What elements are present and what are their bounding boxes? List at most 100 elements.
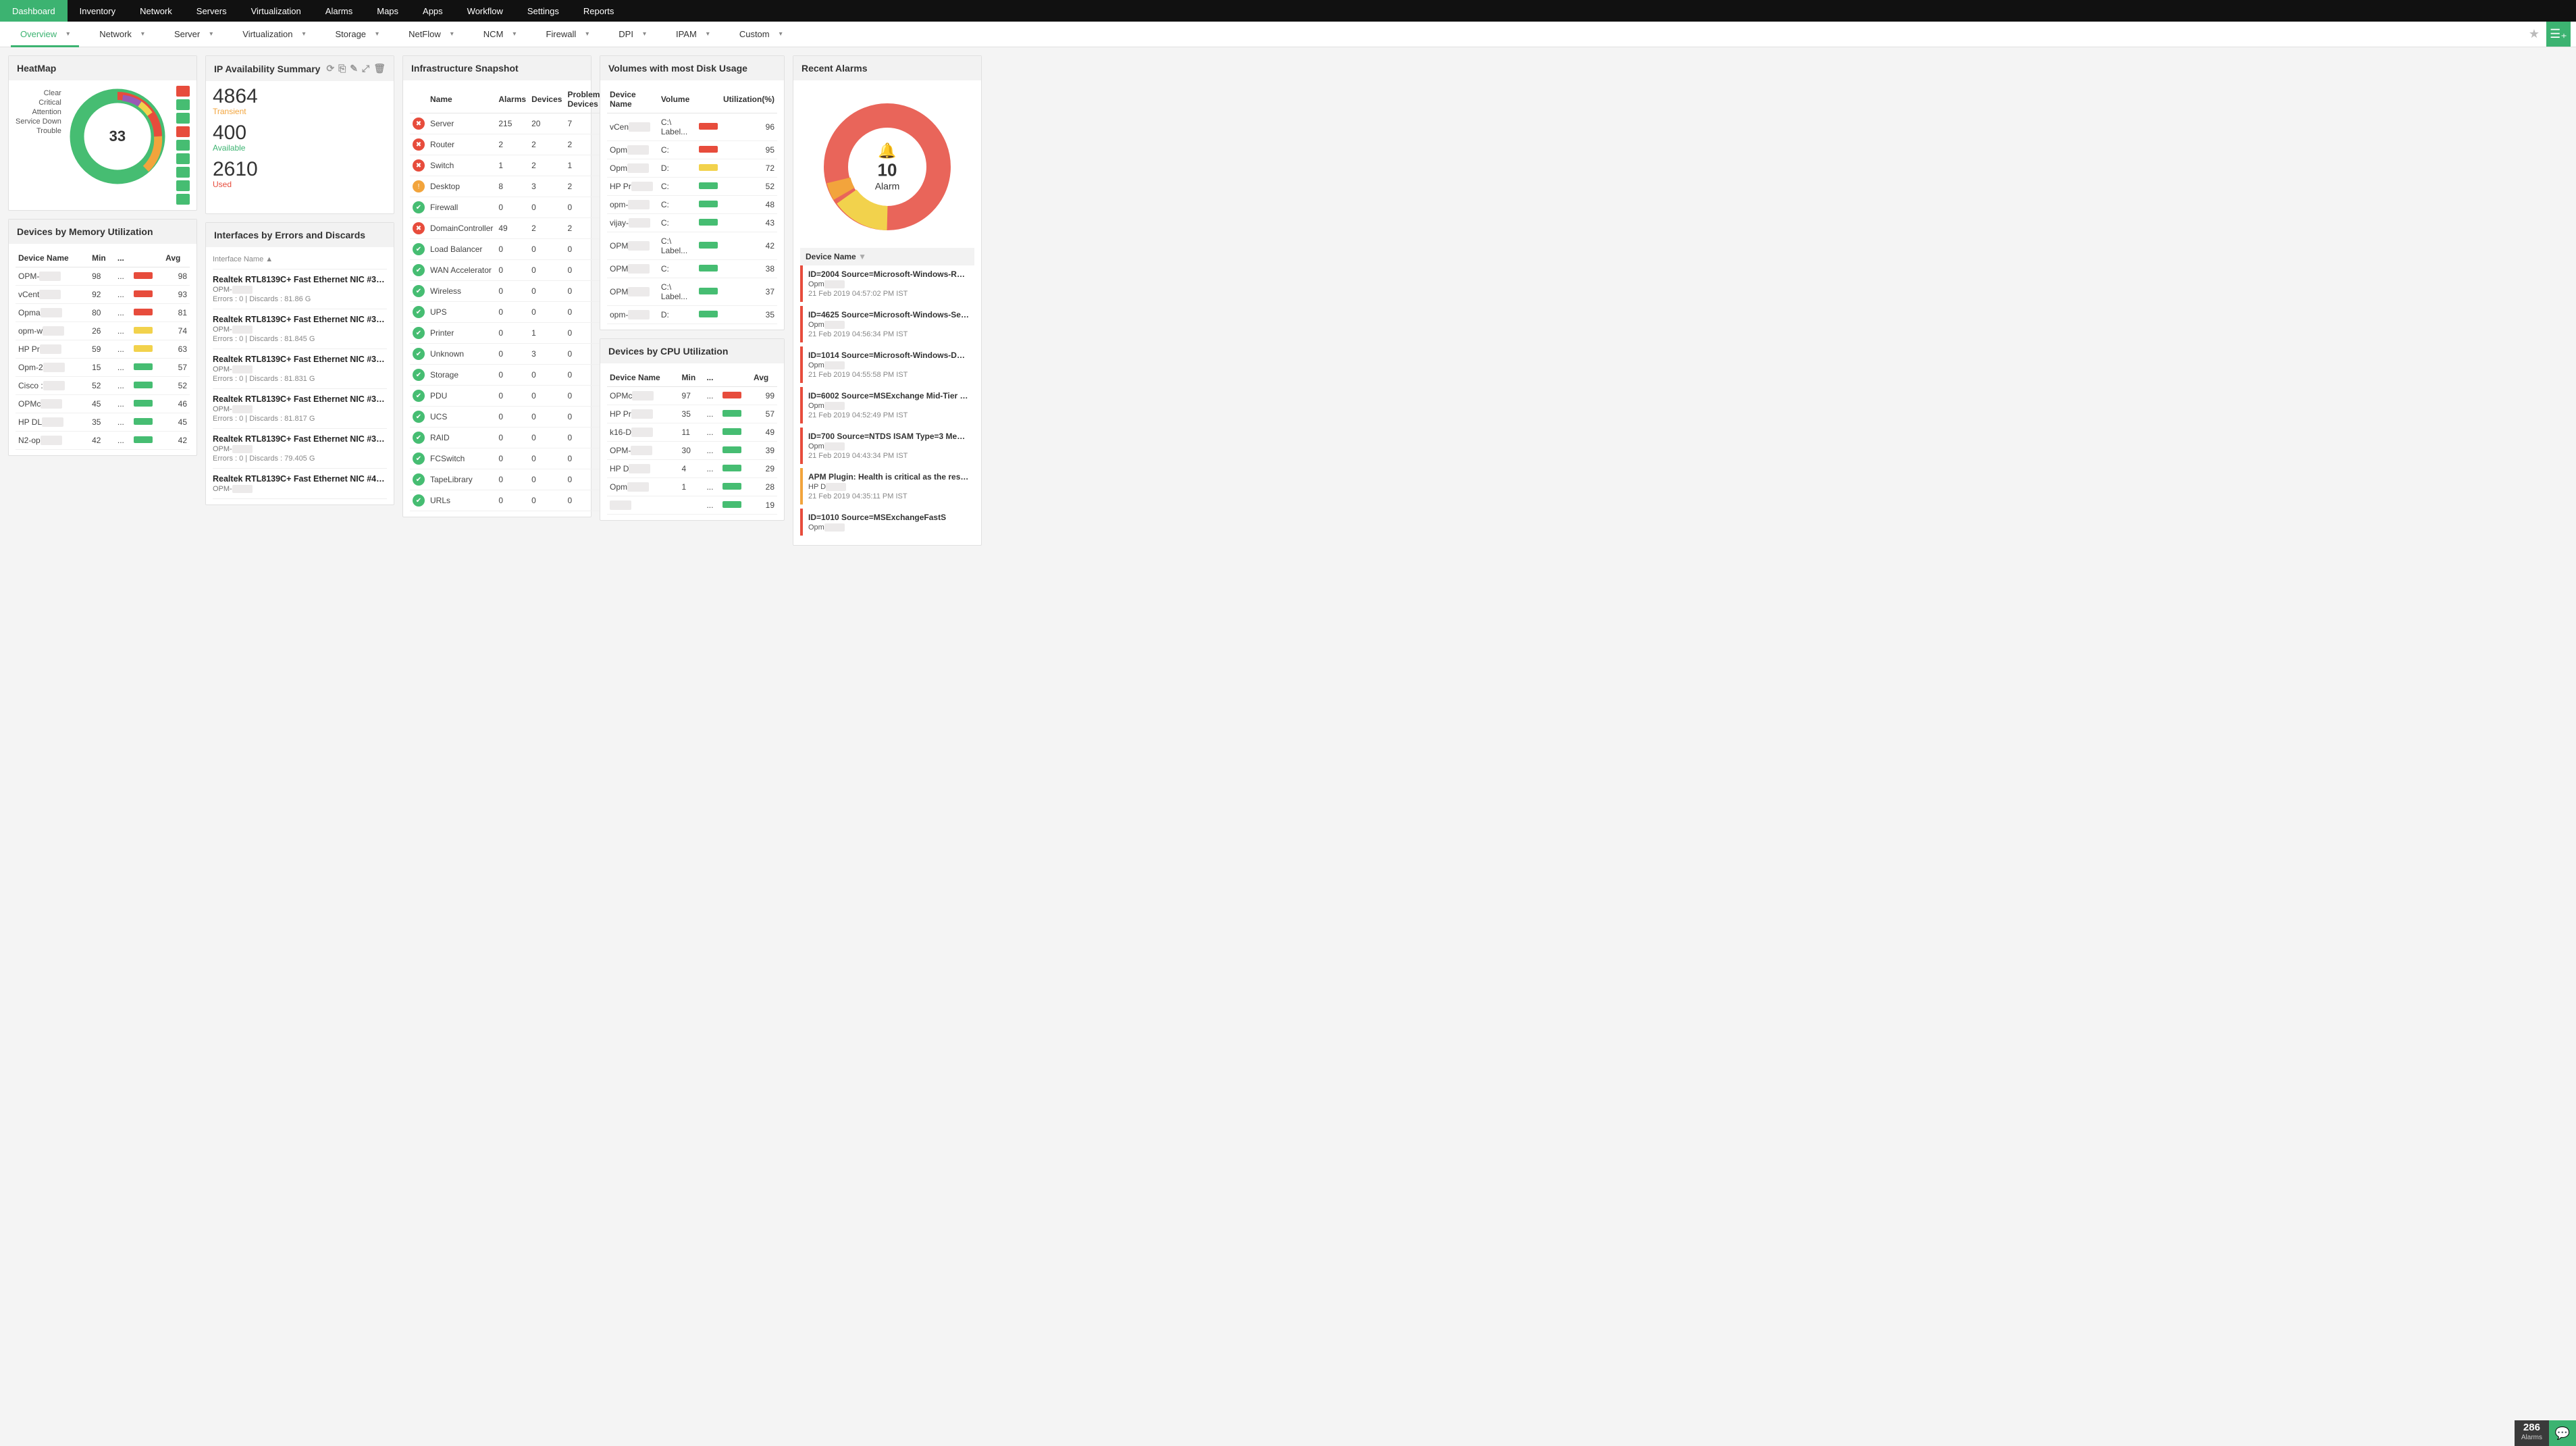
table-row[interactable]: HP DLxxxxx35...45 — [16, 413, 190, 432]
download-icon[interactable]: ⎘ — [338, 63, 346, 74]
subnav-ipam[interactable]: IPAM▾ — [661, 22, 725, 47]
topnav-dashboard[interactable]: Dashboard — [0, 0, 68, 22]
table-row[interactable]: OpmxxxxxC:95 — [607, 141, 777, 159]
topnav-apps[interactable]: Apps — [411, 0, 455, 22]
alarm-tray[interactable]: 286Alarms 💬 — [2515, 1420, 2576, 1446]
table-row[interactable]: OPMcxxxxx45...46 — [16, 395, 190, 413]
subnav-netflow[interactable]: NetFlow▾ — [394, 22, 469, 47]
table-row[interactable]: ✔UPS000 — [410, 302, 616, 323]
interface-row[interactable]: Realtek RTL8139C+ Fast Ethernet NIC #3-E… — [213, 429, 387, 469]
table-row[interactable]: ✔PDU000 — [410, 386, 616, 407]
topnav-workflow[interactable]: Workflow — [455, 0, 515, 22]
table-row[interactable]: ✖Server215207 — [410, 113, 616, 134]
refresh-icon[interactable]: ⟳ — [326, 63, 334, 74]
alarm-tray-count[interactable]: 286Alarms — [2515, 1420, 2549, 1446]
subnav-custom[interactable]: Custom▾ — [725, 22, 797, 47]
table-row[interactable]: HP Prxxxxx59...63 — [16, 340, 190, 359]
table-row[interactable]: Opmaxxxxx80...81 — [16, 304, 190, 322]
alarm-row[interactable]: ID=4625 Source=Microsoft-Windows-Securit… — [800, 306, 974, 342]
subnav-virtualization[interactable]: Virtualization▾ — [228, 22, 320, 47]
table-row[interactable]: ✔RAID000 — [410, 428, 616, 448]
table-row[interactable]: opm-xxxxxC:48 — [607, 196, 777, 214]
table-row[interactable]: OpmxxxxxD:72 — [607, 159, 777, 178]
subnav-network[interactable]: Network▾ — [84, 22, 159, 47]
table-row[interactable]: Cisco :xxxxx52...52 — [16, 377, 190, 395]
table-row[interactable]: OPM-xxxxx30...39 — [607, 442, 777, 460]
table-row[interactable]: ✖Router222 — [410, 134, 616, 155]
interface-row[interactable]: Realtek RTL8139C+ Fast Ethernet NIC #3-W… — [213, 389, 387, 429]
table-row[interactable]: ✔WAN Accelerator000 — [410, 260, 616, 281]
interface-row[interactable]: Realtek RTL8139C+ Fast Ethernet NIC #3-W… — [213, 349, 387, 389]
heatmap-cell[interactable] — [176, 86, 190, 97]
table-row[interactable]: ✔URLs000 — [410, 490, 616, 511]
column-header[interactable]: Device Name ▼ — [800, 248, 974, 265]
topnav-alarms[interactable]: Alarms — [313, 0, 365, 22]
table-row[interactable]: OPMcxxxxx97...99 — [607, 387, 777, 405]
chat-icon[interactable]: 💬 — [2549, 1420, 2576, 1446]
table-row[interactable]: opm-wxxxxx26...74 — [16, 322, 190, 340]
table-row[interactable]: ✔Storage000 — [410, 365, 616, 386]
subnav-overview[interactable]: Overview▾ — [5, 22, 84, 47]
table-row[interactable]: ✔Printer010 — [410, 323, 616, 344]
alarm-row[interactable]: ID=2004 Source=Microsoft-Windows-Resourc… — [800, 265, 974, 302]
subnav-dpi[interactable]: DPI▾ — [604, 22, 661, 47]
favorite-icon[interactable]: ★ — [2522, 22, 2546, 47]
heatmap-cell[interactable] — [176, 140, 190, 151]
topnav-virtualization[interactable]: Virtualization — [239, 0, 313, 22]
table-row[interactable]: vCenxxxxxC:\ Label...96 — [607, 113, 777, 141]
table-row[interactable]: HP PrxxxxxC:52 — [607, 178, 777, 196]
interface-row[interactable]: Realtek RTL8139C+ Fast Ethernet NIC #4-E… — [213, 469, 387, 499]
column-header[interactable]: Interface Name ▲ — [213, 253, 387, 269]
alarm-row[interactable]: APM Plugin: Health is critical as the re… — [800, 468, 974, 505]
alarm-row[interactable]: ID=1010 Source=MSExchangeFastSOpmxxxxx — [800, 509, 974, 536]
heatmap-cell[interactable] — [176, 194, 190, 205]
table-row[interactable]: opm-xxxxxD:35 — [607, 306, 777, 324]
topnav-servers[interactable]: Servers — [184, 0, 239, 22]
table-row[interactable]: ✖DomainController4922 — [410, 218, 616, 239]
topnav-inventory[interactable]: Inventory — [68, 0, 128, 22]
table-row[interactable]: ✔Load Balancer000 — [410, 239, 616, 260]
edit-icon[interactable]: ✎ — [350, 63, 358, 74]
alarm-row[interactable]: ID=6002 Source=MSExchange Mid-Tier Stora… — [800, 387, 974, 423]
subnav-ncm[interactable]: NCM▾ — [469, 22, 531, 47]
table-row[interactable]: N2-opxxxxx42...42 — [16, 432, 190, 450]
expand-icon[interactable]: ⤢ — [362, 63, 369, 74]
delete-icon[interactable]: 🗑 — [373, 63, 386, 74]
topnav-settings[interactable]: Settings — [515, 0, 571, 22]
interface-row[interactable]: Realtek RTL8139C+ Fast Ethernet NIC #3-N… — [213, 269, 387, 309]
table-row[interactable]: ✔Firewall000 — [410, 197, 616, 218]
table-row[interactable]: vCentxxxxx92...93 — [16, 286, 190, 304]
table-row[interactable]: ✔FCSwitch000 — [410, 448, 616, 469]
heatmap-cell[interactable] — [176, 167, 190, 178]
table-row[interactable]: ✔Wireless000 — [410, 281, 616, 302]
interface-row[interactable]: Realtek RTL8139C+ Fast Ethernet NIC #3-N… — [213, 309, 387, 349]
heatmap-cell[interactable] — [176, 113, 190, 124]
topnav-maps[interactable]: Maps — [365, 0, 411, 22]
table-row[interactable]: OPMxxxxxC:\ Label...37 — [607, 278, 777, 306]
heatmap-cell[interactable] — [176, 180, 190, 191]
table-row[interactable]: Opmxxxxx1...28 — [607, 478, 777, 496]
subnav-firewall[interactable]: Firewall▾ — [531, 22, 604, 47]
table-row[interactable]: HP Dxxxxx4...29 — [607, 460, 777, 478]
heatmap-cell[interactable] — [176, 153, 190, 164]
subnav-storage[interactable]: Storage▾ — [321, 22, 394, 47]
table-row[interactable]: Opm-2xxxxx15...57 — [16, 359, 190, 377]
table-row[interactable]: k16-Dxxxxx11...49 — [607, 423, 777, 442]
topnav-network[interactable]: Network — [128, 0, 184, 22]
add-widget-icon[interactable]: ☰₊ — [2546, 22, 2571, 47]
heatmap-cell[interactable] — [176, 99, 190, 110]
table-row[interactable]: ✔UCS000 — [410, 407, 616, 428]
alarm-row[interactable]: ID=1014 Source=Microsoft-Windows-DNS-Cli… — [800, 346, 974, 383]
table-row[interactable]: HP Prxxxxx35...57 — [607, 405, 777, 423]
table-row[interactable]: OPMxxxxxC:\ Label...42 — [607, 232, 777, 260]
subnav-server[interactable]: Server▾ — [159, 22, 228, 47]
table-row[interactable]: ✔Unknown030 — [410, 344, 616, 365]
alarm-row[interactable]: ID=700 Source=NTDS ISAM Type=3 Message=N… — [800, 428, 974, 464]
table-row[interactable]: vijay-xxxxxC:43 — [607, 214, 777, 232]
table-row[interactable]: ✖Switch121 — [410, 155, 616, 176]
table-row[interactable]: OPMxxxxxC:38 — [607, 260, 777, 278]
table-row[interactable]: OPM-xxxxx98...98 — [16, 267, 190, 286]
table-row[interactable]: ✔TapeLibrary000 — [410, 469, 616, 490]
heatmap-cell[interactable] — [176, 126, 190, 137]
table-row[interactable]: !Desktop832 — [410, 176, 616, 197]
